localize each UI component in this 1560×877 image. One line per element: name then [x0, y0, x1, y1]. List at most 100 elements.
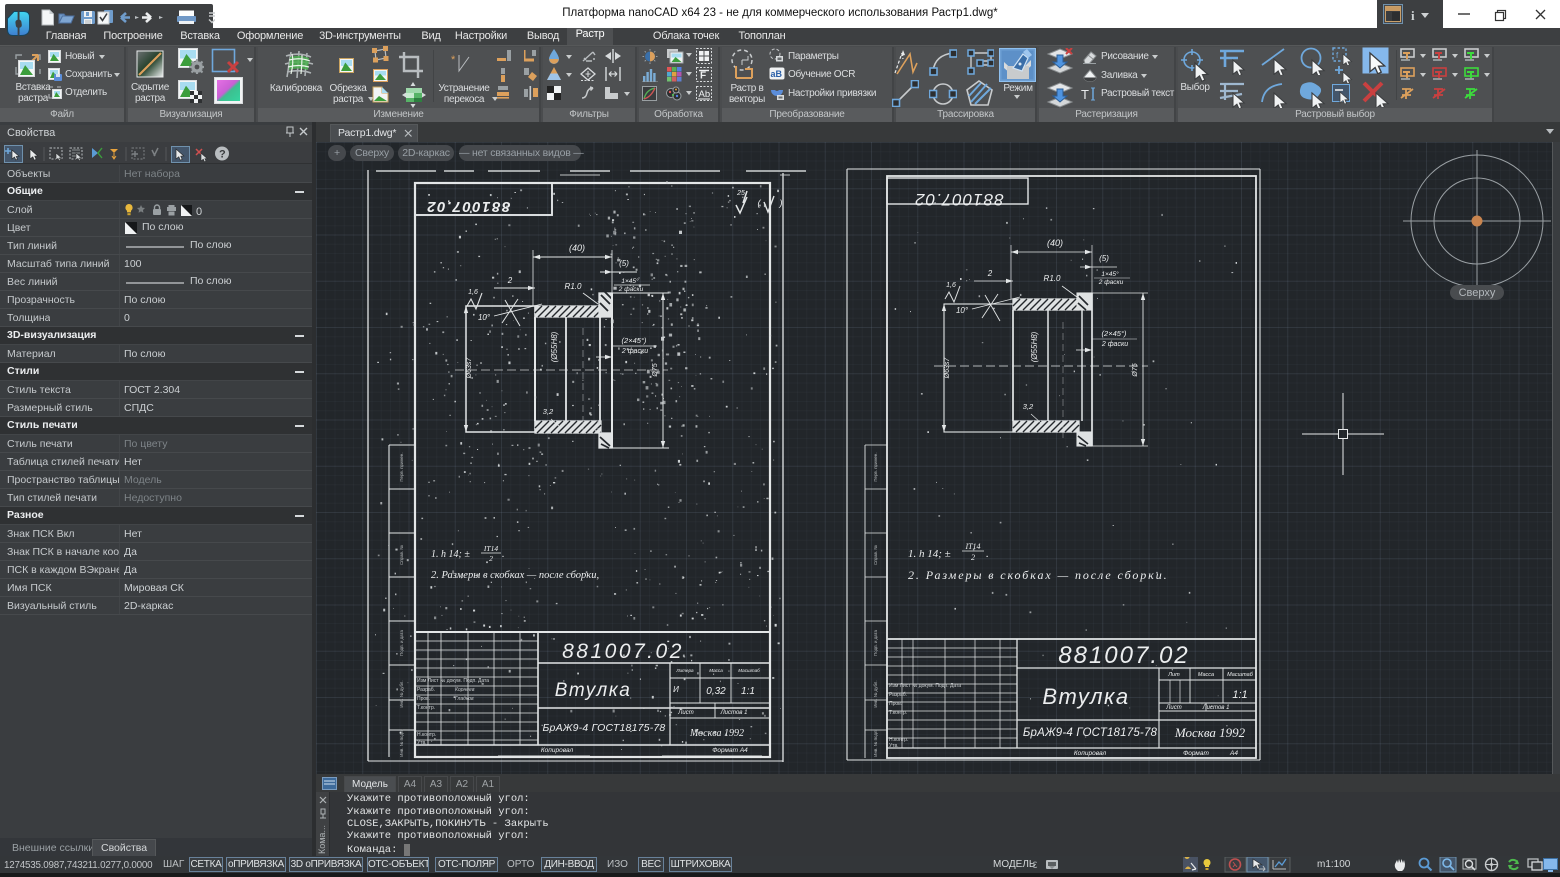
svg-text:Перв. примен.: Перв. примен. [873, 452, 878, 481]
svg-text:10°: 10° [956, 306, 969, 315]
svg-text:Ø75: Ø75 [1132, 363, 1139, 377]
svg-text:(2×45°): (2×45°) [622, 336, 647, 345]
svg-text:Лит: Лит [1167, 672, 1180, 678]
svg-text:25: 25 [736, 190, 745, 197]
svg-text:0,32: 0,32 [706, 686, 726, 697]
svg-text:1×45°: 1×45° [621, 277, 639, 285]
svg-text:881007.02: 881007.02 [426, 198, 510, 215]
svg-text:Инв. № подл.: Инв. № подл. [873, 729, 878, 756]
svg-text:БрАЖ9-4 ГОСТ18175-78: БрАЖ9-4 ГОСТ18175-78 [1023, 727, 1158, 739]
svg-text:f: f [1336, 51, 1339, 60]
svg-text:?: ? [219, 149, 226, 161]
svg-text:881007.02: 881007.02 [562, 640, 684, 663]
svg-text:Москва 1992: Москва 1992 [1174, 725, 1246, 740]
svg-text:aB: aB [771, 69, 783, 79]
svg-text:Т.контр.: Т.контр. [417, 705, 435, 711]
svg-text:2 фаски: 2 фаски [1101, 341, 1128, 348]
svg-text:ℇ: ℇ [1032, 860, 1038, 870]
svg-text:2: 2 [971, 553, 975, 562]
svg-text:Масштаб: Масштаб [738, 668, 760, 673]
svg-text:1. h 14; ±: 1. h 14; ± [908, 548, 951, 560]
svg-text:Утв.: Утв. [417, 740, 427, 746]
svg-text:Инв. № дубл.: Инв. № дубл. [873, 680, 878, 707]
svg-text:F: F [700, 71, 706, 82]
svg-text:Н.контр.: Н.контр. [417, 732, 436, 738]
svg-text:2 фаски: 2 фаски [618, 286, 644, 293]
svg-text:И: И [673, 685, 679, 694]
svg-text:Корнеев: Корнеев [455, 687, 475, 693]
svg-text:(Ø55H8): (Ø55H8) [1030, 331, 1039, 362]
svg-text:): ) [779, 198, 783, 208]
svg-text:10°: 10° [478, 313, 491, 322]
svg-text:Листов 1: Листов 1 [720, 710, 748, 716]
svg-text:.: . [986, 548, 989, 560]
svg-text:2: 2 [489, 554, 493, 563]
svg-text:Подп. и дата: Подп. и дата [399, 630, 404, 656]
svg-text:Т.контр.: Т.контр. [889, 710, 907, 716]
svg-text:Ø63s7: Ø63s7 [944, 357, 951, 380]
svg-text:3,2: 3,2 [543, 407, 554, 416]
svg-text:0: 0 [196, 206, 202, 217]
svg-text:1. h 14; ±: 1. h 14; ± [431, 549, 470, 560]
svg-text:Гладков: Гладков [455, 696, 474, 702]
svg-text:Втулка: Втулка [555, 680, 632, 701]
svg-text:IT14: IT14 [483, 544, 498, 553]
svg-text:881007.02: 881007.02 [1058, 642, 1189, 669]
svg-text:1:1: 1:1 [741, 686, 755, 697]
svg-text:R1.0: R1.0 [565, 282, 582, 291]
svg-text:1:1: 1:1 [1232, 689, 1247, 701]
svg-text:Разраб.: Разраб. [417, 687, 435, 693]
svg-text:Ab: Ab [699, 89, 711, 100]
svg-text:(40): (40) [569, 243, 585, 253]
svg-text:(2×45°): (2×45°) [1102, 329, 1127, 338]
svg-text:Литера: Литера [675, 668, 694, 673]
svg-text:2: 2 [507, 276, 513, 285]
svg-text:Листов 1: Листов 1 [1202, 705, 1230, 711]
svg-text:Лист: Лист [1165, 705, 1181, 711]
svg-text:Москва 1992: Москва 1992 [689, 728, 744, 739]
svg-text:Масса: Масса [709, 668, 723, 673]
svg-text:БрАЖ9-4 ГОСТ18175-78: БрАЖ9-4 ГОСТ18175-78 [543, 722, 666, 734]
svg-text:Лист: Лист [677, 710, 693, 716]
svg-text:i: i [1411, 8, 1415, 23]
svg-text:Формат: Формат [1183, 750, 1209, 757]
svg-text:2. Размеры в скобках — после: 2. Размеры в скобках — после сборки, [431, 570, 599, 581]
svg-text:Перв. примен.: Перв. примен. [399, 452, 404, 481]
svg-text:2 фаски: 2 фаски [1098, 279, 1124, 286]
svg-text:881007.02: 881007.02 [914, 190, 1003, 209]
svg-text:Втулка: Втулка [1042, 684, 1129, 709]
svg-text:2: 2 [987, 269, 993, 278]
svg-text:Подп. и дата: Подп. и дата [873, 630, 878, 656]
svg-text:Утв.: Утв. [889, 743, 899, 749]
svg-text:Масштаб: Масштаб [1227, 672, 1254, 678]
svg-text:Справ. №: Справ. № [399, 545, 404, 565]
svg-text:1×45°: 1×45° [1101, 270, 1119, 278]
svg-text:T: T [1081, 87, 1089, 101]
svg-text:Изм Лист № докум. Подп. Да: Изм Лист № докум. Подп. Дата [417, 678, 489, 684]
svg-text:.: . [502, 549, 505, 560]
svg-text:2. Размеры в скобках — после: 2. Размеры в скобках — после сборки. [908, 568, 1169, 582]
svg-text:Формат А4: Формат А4 [712, 747, 748, 754]
svg-text:R1.0: R1.0 [1044, 274, 1061, 283]
svg-text:1,6: 1,6 [946, 282, 956, 289]
svg-text:Пров.: Пров. [889, 701, 902, 707]
svg-text:Копировал: Копировал [1074, 750, 1107, 757]
svg-text:Ø63s7: Ø63s7 [466, 357, 473, 380]
svg-text:Копировал: Копировал [541, 747, 574, 754]
svg-text:Инв. № дубл.: Инв. № дубл. [399, 680, 404, 707]
svg-text:(5): (5) [619, 259, 629, 268]
svg-text:1,6: 1,6 [468, 289, 478, 296]
svg-text:А4: А4 [1229, 750, 1238, 757]
svg-text:Справ. №: Справ. № [873, 545, 878, 565]
svg-text:Разраб.: Разраб. [889, 692, 907, 698]
svg-text:Ø75: Ø75 [652, 363, 659, 377]
svg-text:(Ø55H8): (Ø55H8) [550, 331, 559, 362]
svg-text:3,2: 3,2 [1023, 402, 1034, 411]
svg-text:Пров.: Пров. [417, 696, 430, 702]
svg-text:(5): (5) [1099, 254, 1109, 263]
svg-text:Изм Лист № докум. Подп. Дат: Изм Лист № докум. Подп. Дата [889, 683, 961, 689]
svg-text:(40): (40) [1047, 238, 1063, 248]
svg-text:Масса: Масса [1198, 672, 1214, 678]
svg-text:IT14: IT14 [964, 542, 980, 551]
svg-text:(: ( [758, 198, 762, 208]
